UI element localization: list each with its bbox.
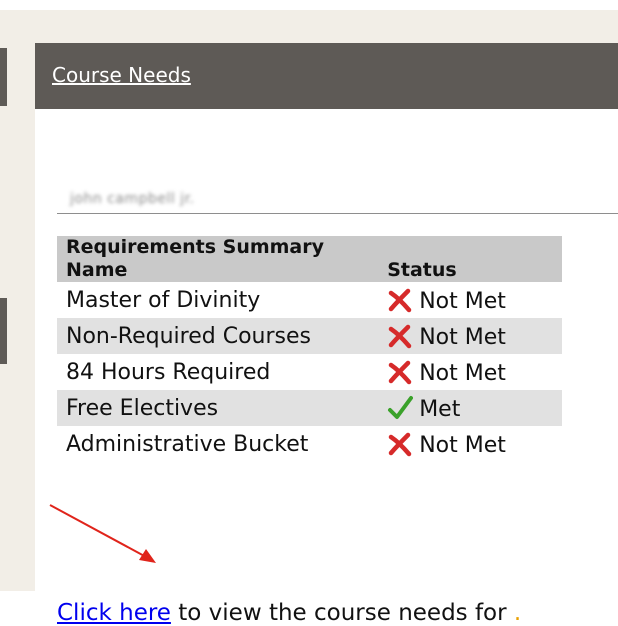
course-needs-link-line: Click here to view the course needs for … (57, 600, 521, 626)
annotation-arrow-icon (49, 504, 156, 563)
click-here-link[interactable]: Click here (57, 600, 171, 626)
link-description: to view the course needs for (170, 600, 514, 626)
trailing-dot: . (513, 600, 522, 626)
